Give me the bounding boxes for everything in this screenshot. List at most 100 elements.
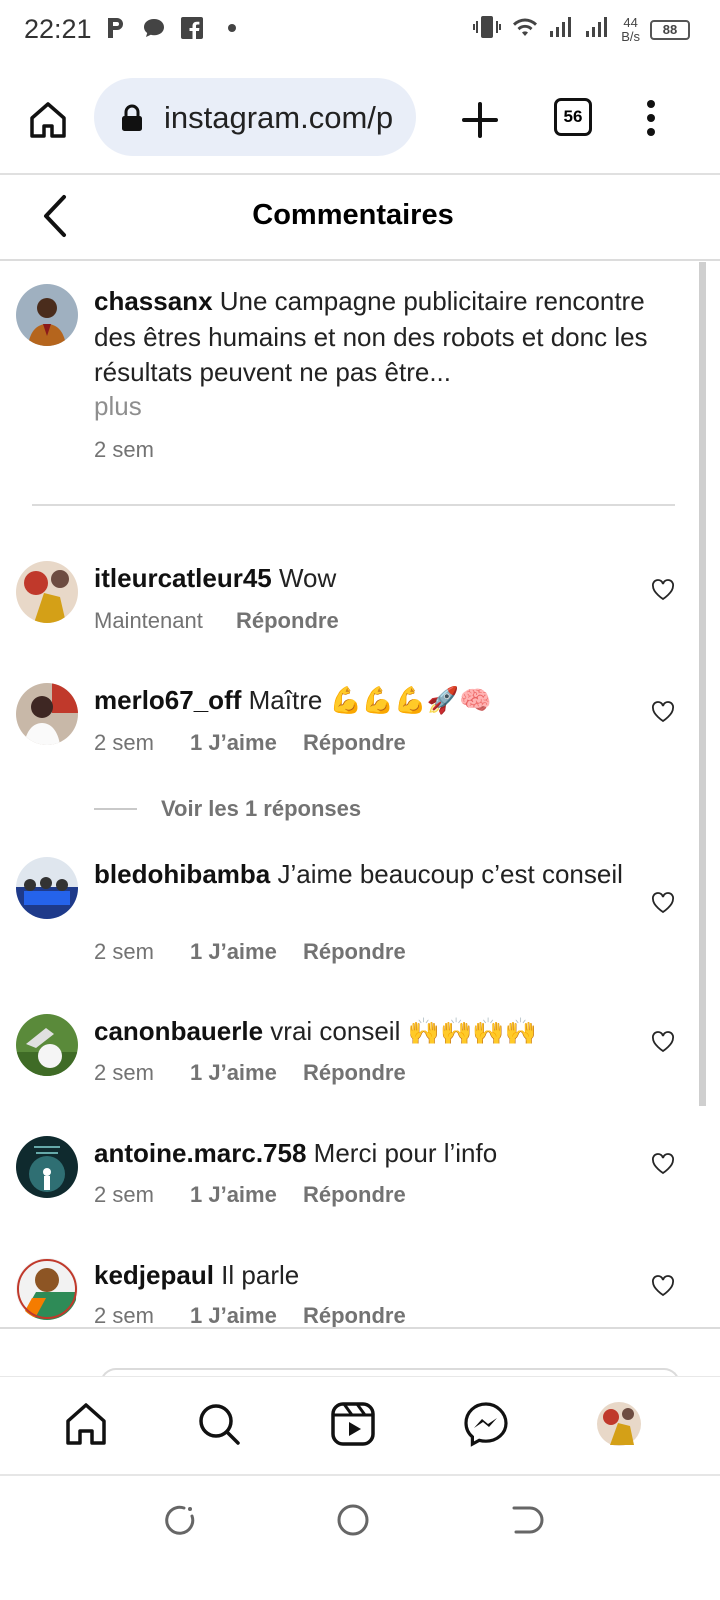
comment-text-block: bledohibamba J’aime beaucoup c’est conse…	[94, 857, 634, 893]
comment-meta: 2 sem 1 J’aime Répondre	[94, 1303, 406, 1329]
avatar[interactable]	[16, 561, 78, 623]
caption-time: 2 sem	[94, 437, 154, 462]
comment-meta: 2 sem 1 J’aime Répondre	[94, 1182, 406, 1208]
vibrate-icon	[473, 14, 502, 45]
url-bar[interactable]: instagram.com/p	[94, 78, 416, 156]
heart-icon[interactable]	[651, 1031, 675, 1053]
system-nav-bar	[0, 1476, 720, 1600]
comment-username[interactable]: itleurcatleur45	[94, 563, 272, 593]
scrollbar[interactable]	[699, 262, 706, 1106]
chat-bubble-icon	[142, 16, 166, 40]
heart-icon[interactable]	[651, 1275, 675, 1297]
recents-icon[interactable]	[162, 1502, 198, 1538]
home-circle-icon[interactable]	[335, 1502, 371, 1538]
comment-username[interactable]: kedjepaul	[94, 1260, 214, 1290]
divider	[0, 1327, 720, 1329]
reply-button[interactable]: Répondre	[303, 1303, 406, 1329]
reply-button[interactable]: Répondre	[236, 608, 339, 634]
url-text: instagram.com/p	[164, 100, 394, 135]
comment-text: vrai conseil 🙌🙌🙌🙌	[270, 1016, 538, 1046]
net-speed-value: 44	[623, 14, 638, 30]
avatar[interactable]	[16, 683, 78, 745]
reply-button[interactable]: Répondre	[303, 730, 406, 756]
heart-icon[interactable]	[651, 1153, 675, 1175]
avatar[interactable]	[16, 1258, 78, 1320]
comment-meta: 2 sem 1 J’aime Répondre	[94, 730, 406, 756]
caption-text-block: chassanx Une campagne publicitaire renco…	[94, 284, 686, 391]
net-speed: 44 B/s	[621, 14, 640, 44]
likes-count[interactable]: 1 J’aime	[190, 939, 303, 965]
system-indicators: 44 B/s 88	[473, 14, 690, 45]
comment-meta: 2 sem 1 J’aime Répondre	[94, 939, 406, 965]
replies-line	[94, 808, 137, 810]
signal-icon	[585, 15, 611, 44]
home-icon[interactable]	[63, 1401, 109, 1447]
likes-count[interactable]: 1 J’aime	[190, 1303, 303, 1329]
likes-count[interactable]: 1 J’aime	[190, 1060, 303, 1086]
p-icon	[104, 16, 128, 40]
comment-text-block: merlo67_off Maître 💪💪💪🚀🧠	[94, 683, 634, 719]
comment-text-block: antoine.marc.758 Merci pour l’info	[94, 1136, 634, 1172]
search-icon[interactable]	[196, 1401, 242, 1447]
comment-username[interactable]: bledohibamba	[94, 859, 270, 889]
profile-avatar[interactable]	[596, 1401, 642, 1447]
comment-time: 2 sem	[94, 1060, 154, 1085]
comment-meta: 2 sem 1 J’aime Répondre	[94, 1060, 406, 1086]
comment-text: J’aime beaucoup c’est conseil	[277, 859, 623, 889]
comment-text: Maître 💪💪💪🚀🧠	[248, 685, 492, 715]
heart-icon[interactable]	[651, 892, 675, 914]
heart-icon[interactable]	[651, 579, 675, 601]
heart-icon[interactable]	[651, 701, 675, 723]
plus-icon[interactable]	[458, 98, 502, 142]
status-bar: 22:21 44 B/s 88	[0, 0, 720, 64]
caption-divider	[32, 504, 675, 506]
wifi-icon	[511, 15, 539, 44]
signal-icon	[549, 15, 575, 44]
comment-time: 2 sem	[94, 730, 154, 755]
tabs-icon[interactable]: 56	[554, 98, 592, 136]
reply-button[interactable]: Répondre	[303, 1182, 406, 1208]
page-title: Commentaires	[252, 199, 454, 231]
battery-icon: 88	[650, 19, 690, 40]
likes-count[interactable]: 1 J’aime	[190, 730, 303, 756]
comment-text-block: itleurcatleur45 Wow	[94, 561, 634, 597]
messenger-icon[interactable]	[463, 1401, 509, 1447]
avatar[interactable]	[16, 857, 78, 919]
reels-icon[interactable]	[330, 1401, 376, 1447]
avatar[interactable]	[16, 1136, 78, 1198]
comment-username[interactable]: merlo67_off	[94, 685, 241, 715]
caption-username[interactable]: chassanx	[94, 286, 213, 316]
comment-username[interactable]: antoine.marc.758	[94, 1138, 306, 1168]
reply-button[interactable]: Répondre	[303, 1060, 406, 1086]
view-replies-link[interactable]: Voir les 1 réponses	[94, 796, 361, 822]
bottom-tab-bar	[0, 1376, 720, 1474]
kebab-menu-icon[interactable]	[640, 98, 662, 142]
comment-meta: Maintenant Répondre	[94, 608, 339, 634]
comment-text: Merci pour l’info	[313, 1138, 498, 1168]
comment-text-block: canonbauerle vrai conseil 🙌🙌🙌🙌	[94, 1014, 634, 1050]
reply-button[interactable]: Répondre	[303, 939, 406, 965]
comment-text: Il parle	[221, 1260, 300, 1290]
dot-icon	[228, 24, 236, 32]
status-time: 22:21	[24, 14, 92, 44]
comment-time: 2 sem	[94, 1303, 154, 1328]
comment-username[interactable]: canonbauerle	[94, 1016, 263, 1046]
facebook-icon	[180, 16, 204, 40]
avatar[interactable]	[16, 284, 78, 346]
comment-text: Wow	[278, 563, 337, 593]
caption-more-link[interactable]: plus	[94, 391, 142, 422]
comments-header: Commentaires	[0, 175, 720, 259]
comment-time: 2 sem	[94, 1182, 154, 1207]
home-icon[interactable]	[26, 98, 70, 142]
notification-icons	[104, 16, 236, 40]
view-replies-label: Voir les 1 réponses	[161, 796, 362, 821]
back-icon[interactable]	[508, 1502, 544, 1538]
comment-time: Maintenant	[94, 608, 203, 633]
lock-icon	[120, 104, 144, 132]
comment-time: 2 sem	[94, 939, 154, 964]
likes-count[interactable]: 1 J’aime	[190, 1182, 303, 1208]
comment-text-block: kedjepaul Il parle	[94, 1258, 634, 1294]
divider	[0, 259, 720, 261]
net-speed-unit: B/s	[621, 28, 640, 44]
avatar[interactable]	[16, 1014, 78, 1076]
